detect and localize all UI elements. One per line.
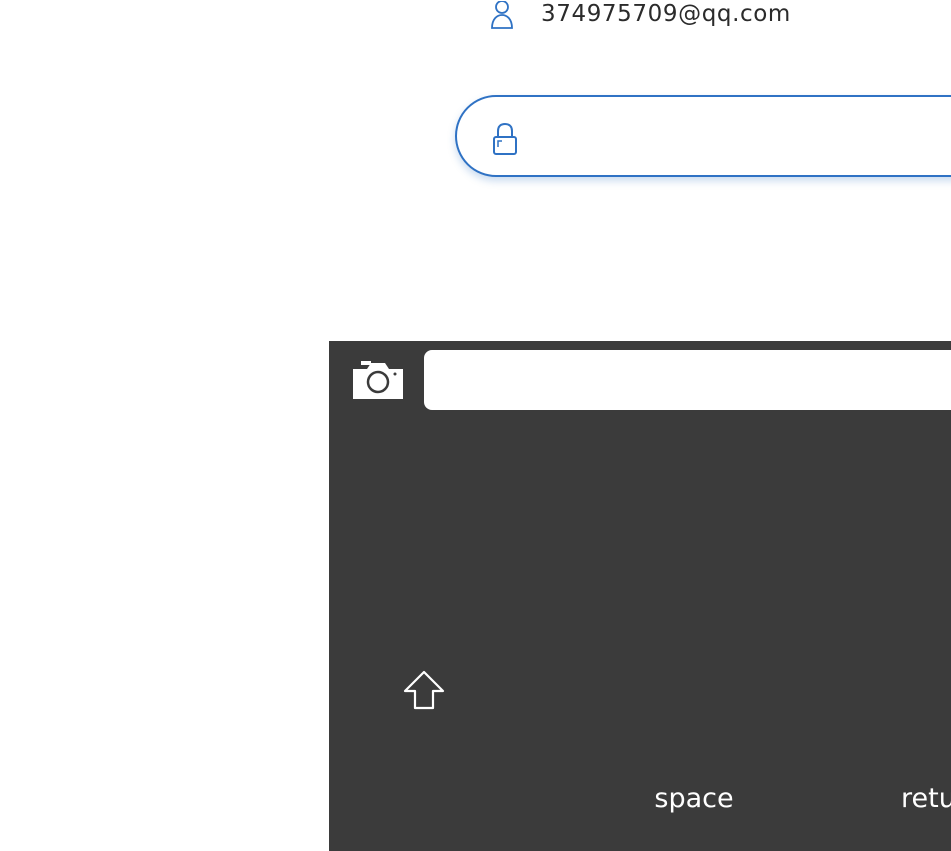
camera-icon[interactable]: [351, 359, 405, 401]
email-row[interactable]: 374975709@qq.com: [488, 0, 790, 30]
keyboard: space return: [329, 341, 951, 851]
lock-icon: [493, 122, 517, 155]
user-icon: [491, 1, 513, 29]
shift-arrow-icon[interactable]: [399, 668, 449, 714]
return-key[interactable]: return: [901, 779, 951, 819]
space-key[interactable]: space: [609, 779, 779, 819]
keyboard-text-field[interactable]: [424, 350, 951, 410]
email-value: 374975709@qq.com: [541, 1, 791, 27]
password-input[interactable]: [537, 115, 941, 161]
password-field[interactable]: [455, 95, 951, 177]
login-screen: 374975709@qq.com space return: [0, 0, 951, 851]
